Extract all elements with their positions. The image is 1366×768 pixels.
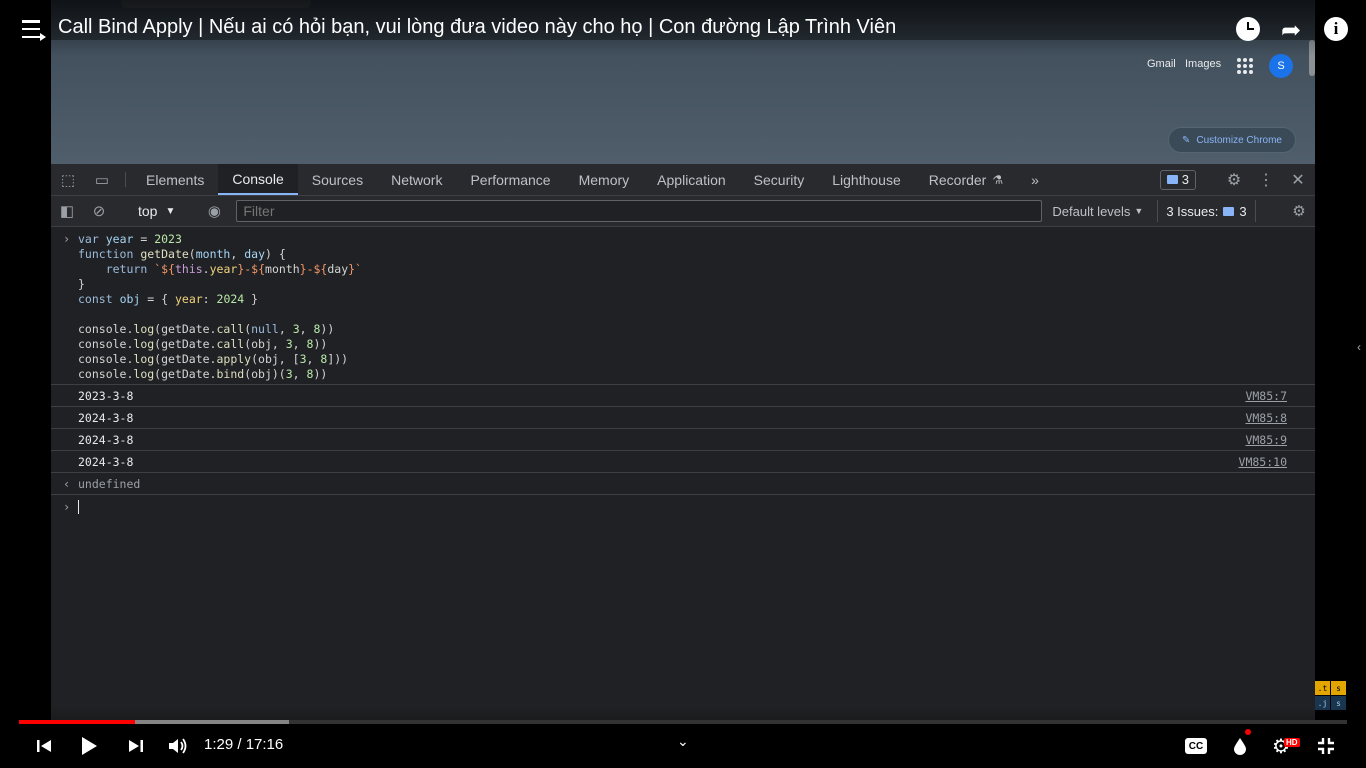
source-link[interactable]: VM85:9 bbox=[1245, 433, 1287, 447]
divider bbox=[125, 172, 126, 187]
output-value: 2024-3-8 bbox=[78, 454, 134, 469]
source-link[interactable]: VM85:10 bbox=[1239, 455, 1287, 469]
avatar[interactable]: S bbox=[1269, 54, 1293, 78]
log-levels-select[interactable]: Default levels ▼ bbox=[1052, 204, 1143, 219]
playlist-menu-icon[interactable] bbox=[22, 20, 46, 41]
issues-count: 3 bbox=[1239, 203, 1247, 219]
apps-grid-icon[interactable] bbox=[1237, 58, 1253, 74]
volume-icon[interactable] bbox=[167, 733, 189, 759]
console-result-row: ‹ undefined bbox=[51, 473, 1315, 495]
captions-button[interactable]: CC bbox=[1184, 733, 1208, 759]
console-input-code: › var year = 2023 function getDate(month… bbox=[51, 228, 1315, 385]
gmail-link[interactable]: Gmail bbox=[1147, 58, 1176, 70]
output-value: 2024-3-8 bbox=[78, 432, 134, 447]
console-toolbar: ◧ ⊘ top ▼ ◉ Default levels ▼ 3 Issues: 3… bbox=[51, 196, 1315, 227]
source-link[interactable]: VM85:8 bbox=[1245, 411, 1287, 425]
flask-icon: ⚗ bbox=[992, 172, 1004, 187]
messages-count: 3 bbox=[1181, 172, 1189, 187]
tab-security[interactable]: Security bbox=[740, 164, 819, 195]
progress-played bbox=[19, 720, 135, 724]
tab-lighthouse[interactable]: Lighthouse bbox=[818, 164, 915, 195]
filter-input[interactable] bbox=[236, 200, 1043, 222]
hd-badge: HD bbox=[1284, 738, 1300, 747]
more-tabs-icon[interactable]: » bbox=[1017, 164, 1053, 195]
logo-cell: s bbox=[1331, 681, 1346, 695]
images-link[interactable]: Images bbox=[1185, 58, 1221, 70]
input-prompt-icon: › bbox=[63, 232, 71, 246]
result-value: undefined bbox=[78, 476, 141, 491]
source-link[interactable]: VM85:7 bbox=[1245, 389, 1287, 403]
console-output-row: 2023-3-8 VM85:7 bbox=[51, 385, 1315, 407]
ambient-icon[interactable] bbox=[1230, 733, 1250, 759]
eye-icon[interactable]: ◉ bbox=[198, 202, 230, 220]
video-title[interactable]: Call Bind Apply | Nếu ai có hỏi bạn, vui… bbox=[58, 16, 896, 39]
previous-icon[interactable] bbox=[34, 733, 54, 759]
logo-cell: .t bbox=[1315, 681, 1330, 695]
kebab-menu-icon[interactable]: ⋮ bbox=[1253, 167, 1279, 193]
info-icon[interactable]: i bbox=[1324, 17, 1348, 41]
tab-console[interactable]: Console bbox=[218, 164, 298, 195]
inspect-element-icon[interactable]: ⬚ bbox=[51, 164, 85, 195]
issue-icon bbox=[1223, 206, 1235, 216]
video-frame: Gmail Images S ✎ Customize Chrome ⬚ ▭ El… bbox=[51, 0, 1315, 720]
gear-icon[interactable]: ⚙ bbox=[1221, 167, 1247, 193]
time-display: 1:29 / 17:16 bbox=[204, 736, 284, 753]
console-prompt[interactable]: › bbox=[51, 495, 1315, 519]
exit-fullscreen-icon[interactable] bbox=[1314, 733, 1338, 759]
chevron-left-icon[interactable]: ‹ bbox=[1357, 340, 1361, 354]
player-top-bar: Call Bind Apply | Nếu ai có hỏi bạn, vui… bbox=[0, 0, 1366, 56]
message-icon bbox=[1166, 175, 1178, 184]
console-settings-gear-icon[interactable]: ⚙ bbox=[1283, 202, 1315, 220]
issues-label: 3 Issues: bbox=[1166, 203, 1219, 219]
tab-elements[interactable]: Elements bbox=[132, 164, 218, 195]
clear-console-icon[interactable]: ⊘ bbox=[83, 202, 115, 220]
console-output-row: 2024-3-8 VM85:10 bbox=[51, 451, 1315, 473]
chevron-down-icon[interactable]: ⌄ bbox=[677, 733, 689, 750]
result-arrow-icon: ‹ bbox=[63, 476, 71, 491]
tab-performance[interactable]: Performance bbox=[456, 164, 564, 195]
tab-application[interactable]: Application bbox=[643, 164, 740, 195]
context-select[interactable]: top ▼ bbox=[128, 203, 185, 219]
devtools-tab-bar: ⬚ ▭ Elements Console Sources Network Per… bbox=[51, 164, 1315, 196]
play-icon[interactable] bbox=[78, 733, 100, 759]
messages-badge[interactable]: 3 bbox=[1159, 169, 1196, 190]
share-icon[interactable]: ➦ bbox=[1281, 16, 1301, 45]
chevron-down-icon: ▼ bbox=[1134, 206, 1144, 216]
output-value: 2023-3-8 bbox=[78, 388, 134, 403]
tab-sources[interactable]: Sources bbox=[298, 164, 377, 195]
close-icon[interactable]: ✕ bbox=[1285, 167, 1311, 193]
tab-network[interactable]: Network bbox=[377, 164, 456, 195]
notification-dot bbox=[1245, 729, 1251, 735]
next-icon[interactable] bbox=[126, 733, 146, 759]
device-toolbar-icon[interactable]: ▭ bbox=[85, 164, 119, 195]
customize-chrome-button[interactable]: ✎ Customize Chrome bbox=[1168, 127, 1296, 153]
watch-later-icon[interactable] bbox=[1236, 17, 1260, 41]
text-caret bbox=[78, 500, 79, 514]
tab-memory[interactable]: Memory bbox=[565, 164, 644, 195]
pencil-icon: ✎ bbox=[1182, 134, 1191, 146]
sidebar-toggle-icon[interactable]: ◧ bbox=[51, 202, 83, 220]
progress-bar[interactable] bbox=[19, 720, 1347, 724]
tab-recorder[interactable]: Recorder ⚗ bbox=[915, 164, 1017, 195]
console-output-row: 2024-3-8 VM85:9 bbox=[51, 429, 1315, 451]
chevron-down-icon: ▼ bbox=[165, 205, 176, 217]
tab-recorder-label: Recorder bbox=[928, 171, 987, 188]
console-body[interactable]: › var year = 2023 function getDate(month… bbox=[51, 228, 1315, 720]
context-value: top bbox=[138, 203, 158, 219]
log-levels-label: Default levels bbox=[1052, 203, 1131, 219]
captions-icon: CC bbox=[1185, 738, 1207, 754]
customize-chrome-label: Customize Chrome bbox=[1196, 134, 1282, 146]
console-output-row: 2024-3-8 VM85:8 bbox=[51, 407, 1315, 429]
issues-badge[interactable]: 3 Issues: 3 bbox=[1157, 200, 1256, 222]
input-prompt-icon: › bbox=[63, 500, 71, 514]
output-value: 2024-3-8 bbox=[78, 410, 134, 425]
